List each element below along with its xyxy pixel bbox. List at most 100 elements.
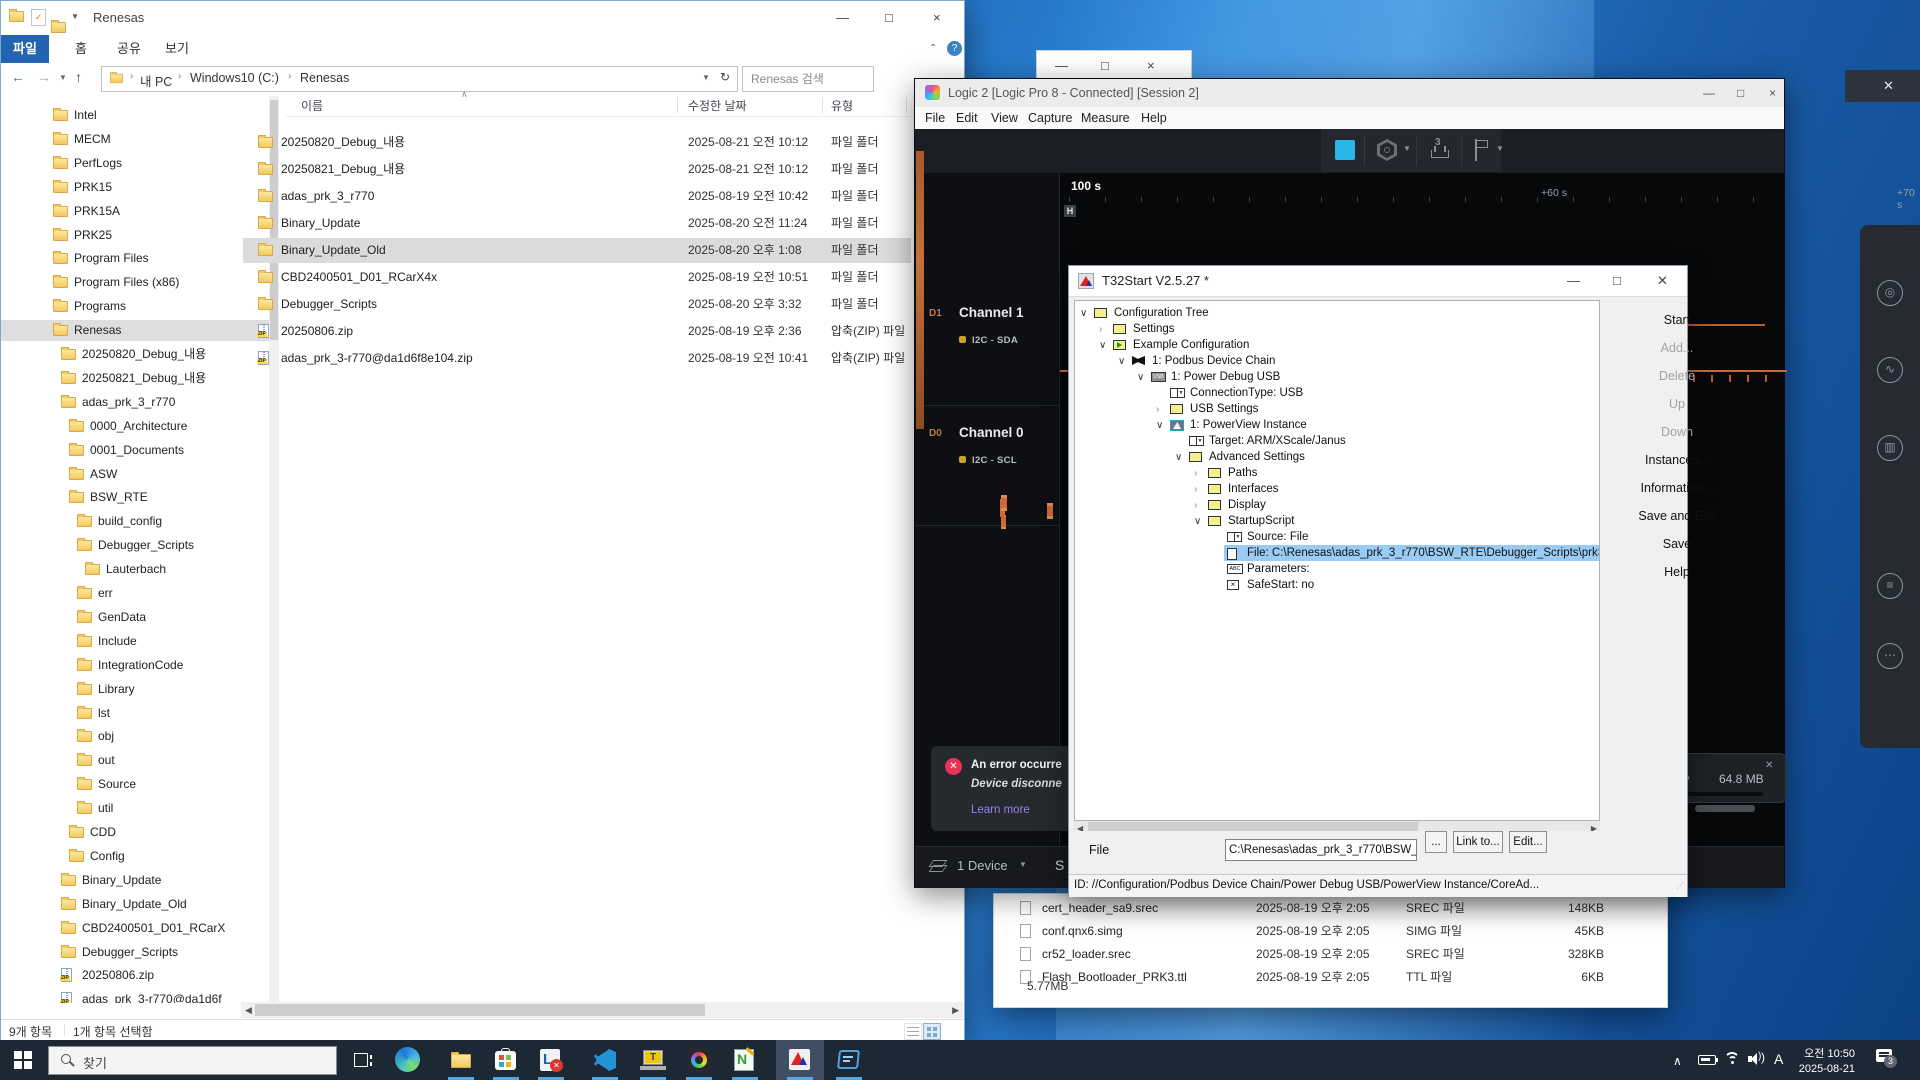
up-button[interactable]: Up <box>1601 394 1753 414</box>
sidebar-item-lst[interactable]: lst <box>1 703 269 724</box>
clipped-button-text[interactable]: S <box>1055 857 1064 873</box>
maximize-icon[interactable]: □ <box>885 11 893 24</box>
minimize-icon[interactable]: — <box>1567 274 1580 287</box>
sidebar-item-adas_prk_3-r770@da1d6f[interactable]: adas_prk_3-r770@da1d6f <box>1 989 269 1003</box>
menu-view[interactable]: View <box>991 107 1018 129</box>
help-icon[interactable]: ? <box>947 41 962 56</box>
collapsed-icon[interactable]: › <box>1156 402 1159 418</box>
close-icon[interactable]: × <box>933 11 941 24</box>
address-bar[interactable]: › 내 PC › Windows10 (C:) › Renesas ▼ ↻ <box>101 66 738 92</box>
t32-titlebar[interactable]: T32Start V2.5.27 * — □ ✕ <box>1069 266 1687 297</box>
timeline-ruler[interactable]: 100 s +60 s +70 s <box>1059 173 1785 203</box>
expanded-icon[interactable]: ∨ <box>1099 338 1106 354</box>
tree-node[interactable]: File: C:\Renesas\adas_prk_3_r770\BSW_RTE… <box>1075 545 1600 561</box>
taskbar-search-box[interactable]: 찾기 <box>48 1046 337 1075</box>
sidebar-item-PRK15A[interactable]: PRK15A <box>1 201 269 222</box>
tree-node[interactable]: ∨USB1: Power Debug USB <box>1075 369 1600 385</box>
sidebar-item-Source[interactable]: Source <box>1 774 269 795</box>
expanded-icon[interactable]: ∨ <box>1156 418 1163 434</box>
add----button[interactable]: Add... <box>1601 338 1753 358</box>
cursor-ibeam-marker[interactable] <box>1047 503 1053 519</box>
sidebar-item-PRK15[interactable]: PRK15 <box>1 177 269 198</box>
file-row-adas_prk_3_r770[interactable]: adas_prk_3_r7702025-08-19 오전 10:42파일 폴더 <box>241 183 913 210</box>
tree-node[interactable]: ›USB Settings <box>1075 401 1600 417</box>
close-icon[interactable]: ✕ <box>1765 760 1773 771</box>
instances----button[interactable]: Instances... <box>1601 450 1753 470</box>
details-view-icon[interactable] <box>904 1023 922 1040</box>
notification-center-icon[interactable]: 3 <box>1876 1049 1896 1067</box>
file-path-input[interactable]: C:\Renesas\adas_prk_3_r770\BSW_F <box>1225 839 1417 861</box>
sidebar-item-adas_prk_3_r770[interactable]: adas_prk_3_r770 <box>1 392 269 413</box>
collapsed-icon[interactable]: › <box>1194 498 1197 514</box>
tree-node[interactable]: ▼Target: ARM/XScale/Janus <box>1075 433 1600 449</box>
forward-icon[interactable]: → <box>37 69 51 85</box>
column-header-type[interactable]: 유형 <box>831 97 853 114</box>
flag-dropdown-icon[interactable]: ▼ <box>1496 144 1504 153</box>
file-row-Binary_Update_Old[interactable]: Binary_Update_Old2025-08-20 오후 1:08파일 폴더 <box>241 237 913 264</box>
refresh-icon[interactable]: ↻ <box>720 70 730 84</box>
timing-markers-icon[interactable]: 3 <box>1429 137 1451 163</box>
sidebar-item-out[interactable]: out <box>1 750 269 771</box>
delete-button[interactable]: Delete <box>1601 366 1753 386</box>
menu-capture[interactable]: Capture <box>1028 107 1072 129</box>
file-row-adas_prk_3-r770@da1d6f8e104.zip[interactable]: adas_prk_3-r770@da1d6f8e104.zip2025-08-1… <box>241 345 913 372</box>
edge-icon[interactable] <box>395 1047 420 1072</box>
sidebar-item-0000_Architecture[interactable]: 0000_Architecture <box>1 416 269 437</box>
collapsed-icon[interactable]: › <box>1194 482 1197 498</box>
tree-node[interactable]: ∨Advanced Settings <box>1075 449 1600 465</box>
taskbar-app-microsoft-store-icon[interactable] <box>493 1047 519 1073</box>
sidebar-item-build_config[interactable]: build_config <box>1 511 269 532</box>
quick-access-customize-icon[interactable]: ▼ <box>71 12 79 21</box>
minimize-icon[interactable]: — <box>1055 59 1068 72</box>
start-button[interactable]: Start <box>1601 310 1753 330</box>
minimize-icon[interactable]: — <box>836 11 849 24</box>
sidebar-item-Lauterbach[interactable]: Lauterbach <box>1 559 269 580</box>
sidebar-item-Programs[interactable]: Programs <box>1 296 269 317</box>
crumb-renesas[interactable]: Renesas <box>300 71 349 85</box>
device-count[interactable]: 1 Device <box>957 858 1008 873</box>
sidebar-item-GenData[interactable]: GenData <box>1 607 269 628</box>
large-icons-view-icon[interactable] <box>923 1023 941 1040</box>
taskbar-app-teraterm-icon[interactable]: T <box>640 1047 666 1073</box>
expanded-icon[interactable]: ∨ <box>1194 514 1201 530</box>
tree-node[interactable]: ›Interfaces <box>1075 481 1600 497</box>
scroll-left-icon[interactable]: ◀ <box>245 1005 252 1016</box>
channel1-analyzer-tag[interactable]: I2C - SDA <box>972 335 1018 346</box>
task-view-icon[interactable] <box>352 1049 374 1071</box>
tray-clock[interactable]: 오전 10:50 2025-08-21 <box>1793 1045 1855 1075</box>
tree-node[interactable]: ×SafeStart: no <box>1075 577 1600 593</box>
crumb-drive-c[interactable]: Windows10 (C:) <box>190 71 279 85</box>
tree-node[interactable]: ▼ConnectionType: USB <box>1075 385 1600 401</box>
horizontal-scrollbar[interactable]: ◀ ▶ <box>241 1002 963 1018</box>
bars-icon[interactable]: ≡ <box>1877 573 1903 599</box>
close-icon[interactable]: ✕ <box>1657 274 1668 287</box>
expanded-icon[interactable]: ∨ <box>1175 450 1182 466</box>
channel0-analyzer-tag[interactable]: I2C - SCL <box>972 455 1017 466</box>
tree-node[interactable]: ∨Example Configuration <box>1075 337 1600 353</box>
sidebar-item-0001_Documents[interactable]: 0001_Documents <box>1 440 269 461</box>
sidebar-item-CDD[interactable]: CDD <box>1 822 269 843</box>
quick-access-newfolder-icon[interactable] <box>51 22 66 33</box>
expanded-icon[interactable]: ∨ <box>1080 306 1087 322</box>
tab-home[interactable]: 홈 <box>63 35 99 63</box>
expanded-icon[interactable]: ∨ <box>1137 370 1144 386</box>
sliders-icon[interactable]: ⋯ <box>1877 643 1903 669</box>
collapsed-icon[interactable]: › <box>1099 322 1102 338</box>
tray-expand-icon[interactable]: ∧ <box>1673 1054 1682 1068</box>
menu-measure[interactable]: Measure <box>1081 107 1130 129</box>
taskbar-app-vscode-icon[interactable] <box>592 1047 618 1073</box>
file-row-20250821_Debug_내용[interactable]: 20250821_Debug_내용2025-08-21 오전 10:12파일 폴… <box>241 156 913 183</box>
explorer-titlebar[interactable]: ✓ ▼ Renesas — □ × <box>1 1 964 35</box>
sidebar-item-Library[interactable]: Library <box>1 679 269 700</box>
up-icon[interactable]: ↑ <box>75 69 82 85</box>
sidebar-item-Include[interactable]: Include <box>1 631 269 652</box>
file-row-20250806.zip[interactable]: 20250806.zip2025-08-19 오후 2:36압축(ZIP) 파일 <box>241 318 913 345</box>
link-to-button[interactable]: Link to... <box>1453 831 1503 853</box>
sidebar-item-Intel[interactable]: Intel <box>1 105 269 126</box>
taskbar-app-terminal-icon[interactable] <box>836 1047 862 1073</box>
sidebar-item-obj[interactable]: obj <box>1 726 269 747</box>
column-header-name[interactable]: 이름 <box>301 97 323 114</box>
taskbar-app-lauterbach-error-icon[interactable]: L✕ <box>538 1047 564 1073</box>
menu-edit[interactable]: Edit <box>956 107 978 129</box>
wifi-icon[interactable] <box>1724 1052 1740 1065</box>
